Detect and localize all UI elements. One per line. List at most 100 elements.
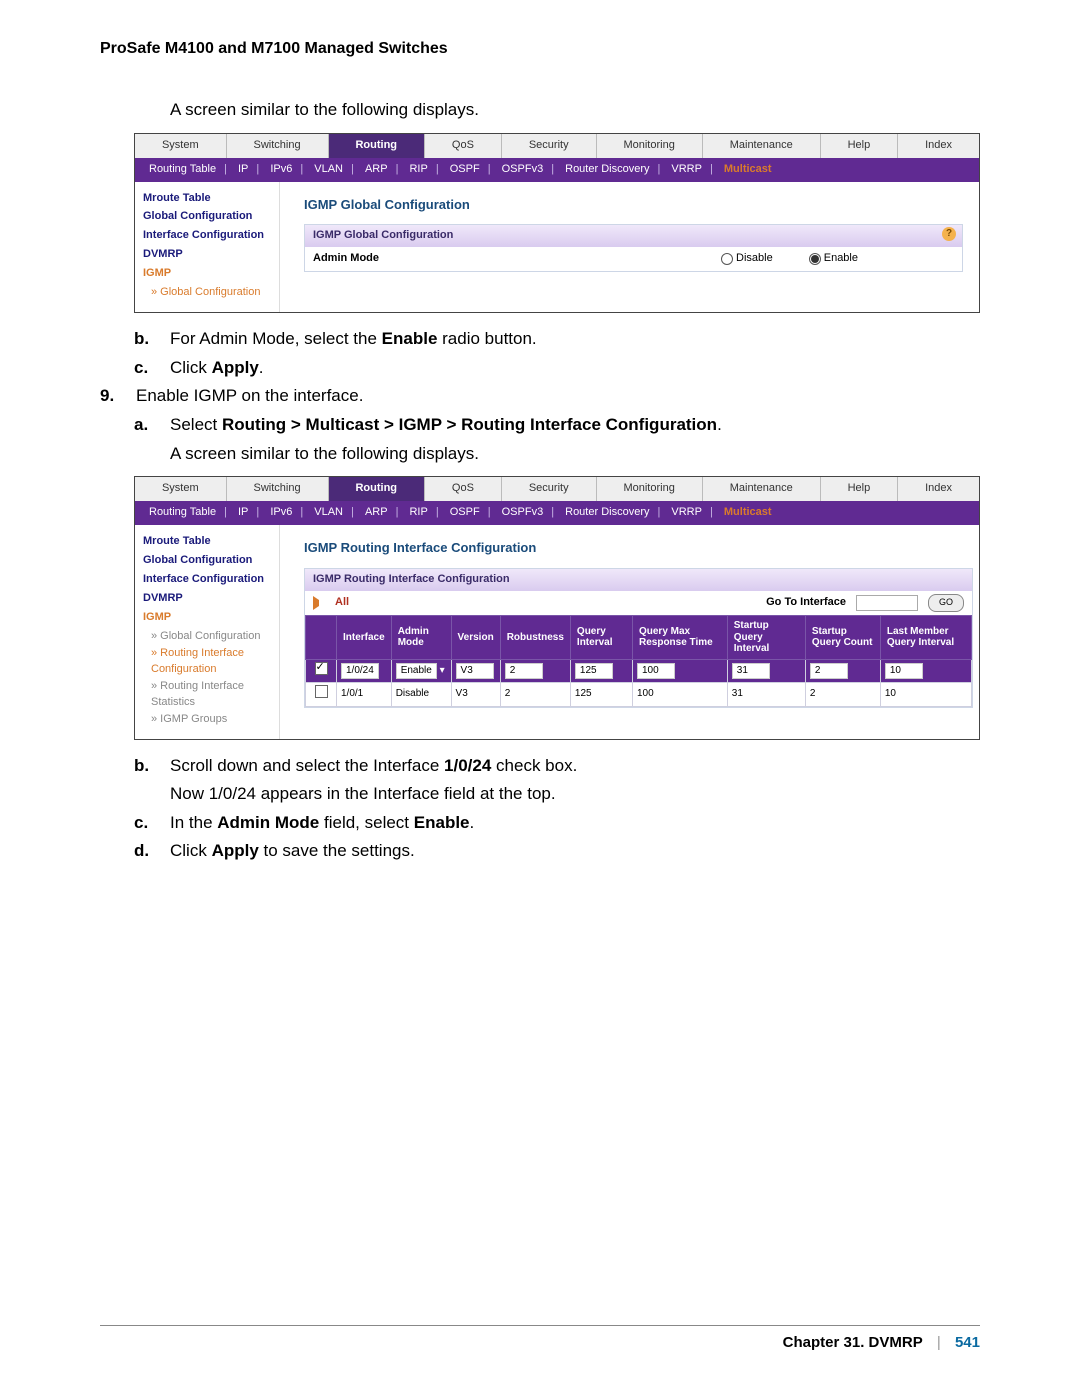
tab-help[interactable]: Help bbox=[821, 477, 899, 501]
sidebar-sub-global-config[interactable]: » Global Configuration bbox=[151, 629, 273, 645]
sidebar-item-interface-config[interactable]: Interface Configuration bbox=[143, 228, 273, 244]
subnav-router-discovery[interactable]: Router Discovery bbox=[565, 506, 649, 518]
radio-enable[interactable]: Enable bbox=[809, 251, 858, 267]
tab-index[interactable]: Index bbox=[898, 477, 979, 501]
cell-interface[interactable]: 1/0/24 bbox=[341, 663, 379, 679]
subnav-vlan[interactable]: VLAN bbox=[314, 506, 343, 518]
sidebar-item-mroute[interactable]: Mroute Table bbox=[143, 534, 273, 550]
subnav-arp[interactable]: ARP bbox=[365, 506, 388, 518]
sidebar-item-interface-config[interactable]: Interface Configuration bbox=[143, 572, 273, 588]
subnav-ospf[interactable]: OSPF bbox=[450, 163, 480, 175]
table-row: 1/0/24 Enable ▾ V3 2 125 100 31 2 10 bbox=[306, 659, 972, 683]
step-b2: b. Scroll down and select the Interface … bbox=[134, 754, 980, 779]
triangle-icon bbox=[313, 596, 325, 610]
sidebar-2: Mroute Table Global Configuration Interf… bbox=[135, 525, 280, 738]
col-qint: Query Interval bbox=[570, 616, 632, 660]
radio-disable[interactable]: Disable bbox=[721, 251, 773, 267]
goto-label: Go To Interface bbox=[766, 595, 846, 611]
sub-nav-2: Routing Table| IP| IPv6| VLAN| ARP| RIP|… bbox=[135, 501, 979, 525]
tab-system[interactable]: System bbox=[135, 134, 227, 158]
config-table: Interface Admin Mode Version Robustness … bbox=[305, 615, 972, 707]
col-lmqi: Last Member Query Interval bbox=[880, 616, 971, 660]
subnav-ipv6[interactable]: IPv6 bbox=[270, 163, 292, 175]
row-checkbox[interactable] bbox=[315, 685, 328, 698]
tab-routing[interactable]: Routing bbox=[329, 134, 425, 158]
goto-interface-input[interactable] bbox=[856, 595, 918, 611]
panel-head-text: IGMP Global Configuration bbox=[313, 229, 453, 241]
subnav-routing-table[interactable]: Routing Table bbox=[149, 506, 216, 518]
row-checkbox[interactable] bbox=[315, 662, 328, 675]
sidebar-sub-routing-if-config[interactable]: » Routing Interface Configuration bbox=[151, 646, 273, 678]
intro-text: A screen similar to the following displa… bbox=[134, 98, 980, 123]
subnav-ip[interactable]: IP bbox=[238, 506, 248, 518]
screenshot-igmp-global: System Switching Routing QoS Security Mo… bbox=[134, 133, 980, 314]
cell-sqc[interactable]: 2 bbox=[810, 663, 848, 679]
subnav-router-discovery[interactable]: Router Discovery bbox=[565, 163, 649, 175]
subnav-rip[interactable]: RIP bbox=[409, 506, 427, 518]
tab-help[interactable]: Help bbox=[821, 134, 899, 158]
tab-system[interactable]: System bbox=[135, 477, 227, 501]
sidebar-sub-igmp-groups[interactable]: » IGMP Groups bbox=[151, 712, 273, 728]
cell-sqi[interactable]: 31 bbox=[732, 663, 770, 679]
sidebar-sub-routing-if-stats[interactable]: » Routing Interface Statistics bbox=[151, 679, 273, 711]
subnav-vrrp[interactable]: VRRP bbox=[671, 163, 702, 175]
cell-robust: 2 bbox=[500, 683, 570, 707]
cell-qmax[interactable]: 100 bbox=[637, 663, 675, 679]
all-label[interactable]: All bbox=[335, 595, 349, 611]
tab-security[interactable]: Security bbox=[502, 477, 597, 501]
step-c1: c. Click Apply. bbox=[134, 356, 980, 381]
step-b2-follow: Now 1/0/24 appears in the Interface fiel… bbox=[134, 782, 980, 807]
subnav-ip[interactable]: IP bbox=[238, 163, 248, 175]
subnav-vlan[interactable]: VLAN bbox=[314, 163, 343, 175]
sidebar-item-dvmrp[interactable]: DVMRP bbox=[143, 247, 273, 263]
subnav-ospfv3[interactable]: OSPFv3 bbox=[502, 506, 544, 518]
tab-routing[interactable]: Routing bbox=[329, 477, 425, 501]
subnav-arp[interactable]: ARP bbox=[365, 163, 388, 175]
sidebar-item-global-config[interactable]: Global Configuration bbox=[143, 553, 273, 569]
tab-qos[interactable]: QoS bbox=[425, 134, 502, 158]
tab-maintenance[interactable]: Maintenance bbox=[703, 477, 821, 501]
cell-robust[interactable]: 2 bbox=[505, 663, 543, 679]
cell-qint[interactable]: 125 bbox=[575, 663, 613, 679]
row-all-goto: All Go To Interface GO bbox=[305, 591, 972, 615]
intro-text-content: A screen similar to the following displa… bbox=[170, 98, 479, 123]
subnav-vrrp[interactable]: VRRP bbox=[671, 506, 702, 518]
cell-version[interactable]: V3 bbox=[456, 663, 494, 679]
cell-lmqi: 10 bbox=[880, 683, 971, 707]
step-a2: a. Select Routing > Multicast > IGMP > R… bbox=[134, 413, 980, 438]
cell-admin[interactable]: Enable bbox=[396, 663, 437, 679]
tab-monitoring[interactable]: Monitoring bbox=[597, 477, 703, 501]
sidebar-item-igmp[interactable]: IGMP bbox=[143, 266, 273, 282]
tab-index[interactable]: Index bbox=[898, 134, 979, 158]
step-c2: c. In the Admin Mode field, select Enabl… bbox=[134, 811, 980, 836]
help-icon[interactable]: ? bbox=[942, 227, 956, 241]
sidebar-item-global-config[interactable]: Global Configuration bbox=[143, 209, 273, 225]
sidebar-item-igmp[interactable]: IGMP bbox=[143, 610, 273, 626]
sidebar-item-dvmrp[interactable]: DVMRP bbox=[143, 591, 273, 607]
subnav-ospf[interactable]: OSPF bbox=[450, 506, 480, 518]
subnav-rip[interactable]: RIP bbox=[409, 163, 427, 175]
content-title: IGMP Global Configuration bbox=[304, 196, 969, 215]
tab-qos[interactable]: QoS bbox=[425, 477, 502, 501]
tab-maintenance[interactable]: Maintenance bbox=[703, 134, 821, 158]
tab-switching[interactable]: Switching bbox=[227, 134, 329, 158]
tab-switching[interactable]: Switching bbox=[227, 477, 329, 501]
sidebar-item-mroute[interactable]: Mroute Table bbox=[143, 191, 273, 207]
table-row: 1/0/1 Disable V3 2 125 100 31 2 10 bbox=[306, 683, 972, 707]
cell-lmqi[interactable]: 10 bbox=[885, 663, 923, 679]
doc-header: ProSafe M4100 and M7100 Managed Switches bbox=[100, 40, 980, 58]
subnav-multicast[interactable]: Multicast bbox=[724, 163, 772, 175]
subnav-ipv6[interactable]: IPv6 bbox=[270, 506, 292, 518]
step-a2-follow: A screen similar to the following displa… bbox=[134, 442, 980, 467]
sidebar-sub-global-config[interactable]: » Global Configuration bbox=[151, 285, 273, 301]
col-check bbox=[306, 616, 337, 660]
subnav-ospfv3[interactable]: OSPFv3 bbox=[502, 163, 544, 175]
tab-security[interactable]: Security bbox=[502, 134, 597, 158]
subnav-multicast[interactable]: Multicast bbox=[724, 506, 772, 518]
subnav-routing-table[interactable]: Routing Table bbox=[149, 163, 216, 175]
tab-monitoring[interactable]: Monitoring bbox=[597, 134, 703, 158]
col-admin: Admin Mode bbox=[391, 616, 451, 660]
panel-igmp-interface: IGMP Routing Interface Configuration All… bbox=[304, 568, 973, 707]
go-button[interactable]: GO bbox=[928, 594, 964, 612]
footer-chapter: Chapter 31. DVMRP bbox=[783, 1334, 923, 1351]
